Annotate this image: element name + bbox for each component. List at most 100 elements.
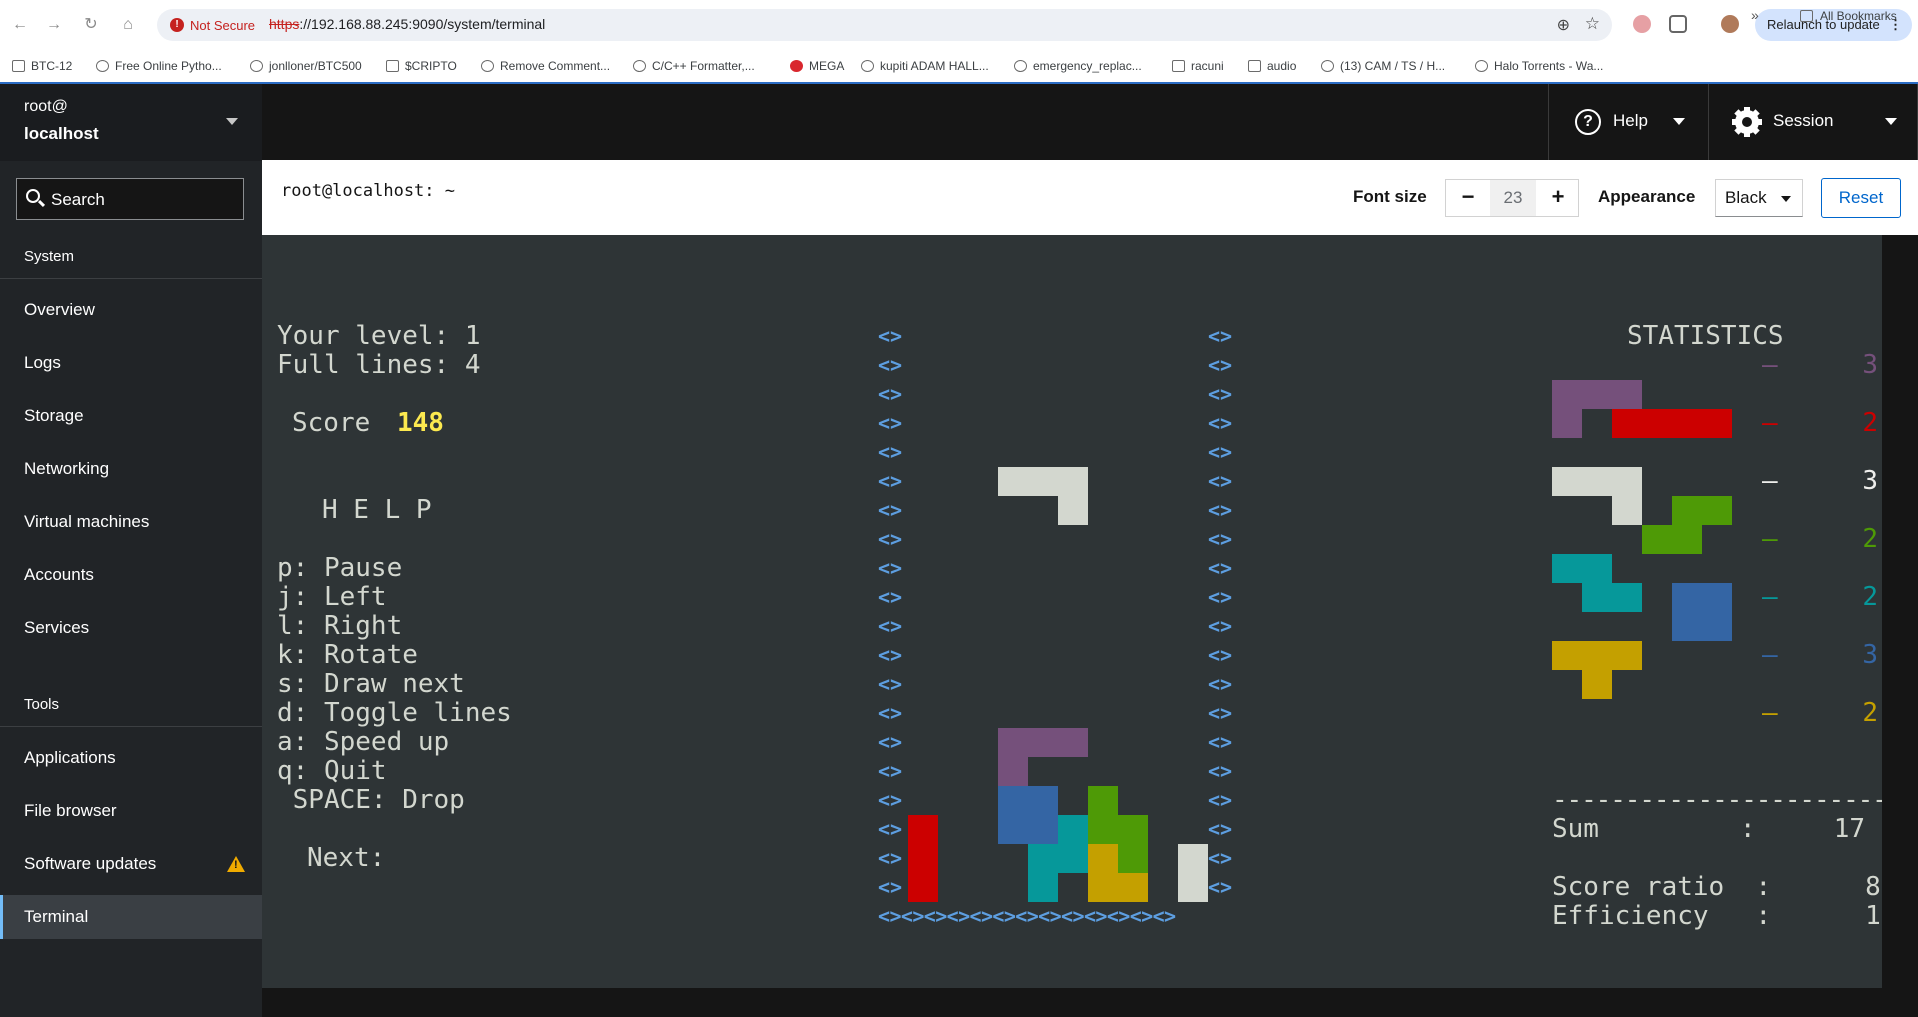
bookmark-item[interactable]: racuni (1172, 59, 1224, 73)
zoom-icon[interactable]: ⊕ (1557, 15, 1570, 35)
warning-icon: ! (227, 856, 245, 872)
stat-count: 3 (1862, 640, 1878, 670)
host-switcher[interactable]: root@ localhost (0, 84, 262, 161)
board-left-wall: <> (878, 324, 903, 348)
bookmark-label: jonlloner/BTC500 (269, 59, 362, 73)
adblock-icon[interactable] (1633, 15, 1651, 33)
stat-piece-l (1552, 467, 1582, 496)
board-right-wall: <> (1208, 759, 1233, 783)
sidebar-item-label: Terminal (24, 907, 89, 926)
sidebar-item-services[interactable]: Services (0, 606, 262, 650)
sidebar-item-applications[interactable]: Applications (0, 736, 262, 780)
stat-count: 2 (1862, 524, 1878, 554)
font-size-increase-button[interactable]: + (1536, 180, 1580, 216)
board-right-wall: <> (1208, 875, 1233, 899)
bookmark-item[interactable]: kupiti ADAM HALL... (861, 59, 989, 73)
github-icon (1014, 60, 1027, 72)
font-size-stepper: − 23 + (1445, 179, 1579, 217)
terminal-screen[interactable]: Your level: 1 Full lines: 4 Score 148 H … (262, 235, 1882, 988)
stat-piece-o (1702, 612, 1732, 641)
all-bookmarks-button[interactable]: All Bookmarks (1800, 9, 1897, 23)
session-label: Session (1773, 111, 1834, 130)
bookmark-item[interactable]: $CRIPTO (386, 59, 457, 73)
stat-dash: – (1762, 582, 1778, 612)
full-lines-text: Full lines: 4 (277, 350, 481, 380)
board-right-wall: <> (1208, 643, 1233, 667)
bookmark-item[interactable]: Remove Comment... (481, 59, 610, 73)
bookmark-star-icon[interactable]: ☆ (1585, 14, 1600, 34)
stat-piece-o (1702, 583, 1732, 612)
home-icon[interactable]: ⌂ (117, 14, 139, 36)
stat-dash: – (1762, 698, 1778, 728)
bookmark-item[interactable]: MEGA (790, 59, 844, 73)
bookmark-label: Halo Torrents - Wa... (1494, 59, 1604, 73)
bookmark-item[interactable]: BTC-12 (12, 59, 72, 73)
stat-piece-z (1582, 583, 1612, 612)
board-right-wall: <> (1208, 498, 1233, 522)
board-cell (1088, 844, 1118, 873)
font-size-label: Font size (1353, 187, 1427, 206)
sidebar-item-terminal[interactable]: Terminal (0, 895, 262, 939)
back-icon[interactable]: ← (9, 14, 31, 36)
sidebar-item-virtual-machines[interactable]: Virtual machines (0, 500, 262, 544)
terminal-toolbar: root@localhost: ~ Font size − 23 + Appea… (262, 160, 1918, 235)
bookmark-item[interactable]: C/C++ Formatter,... (633, 59, 755, 73)
sidebar-item-label: File browser (24, 801, 117, 820)
sidebar-item-accounts[interactable]: Accounts (0, 553, 262, 597)
sidebar-item-networking[interactable]: Networking (0, 447, 262, 491)
forward-icon[interactable]: → (43, 14, 65, 36)
board-cell (908, 844, 938, 873)
address-bar[interactable]: ! Not Secure https://192.168.88.245:9090… (157, 9, 1612, 41)
divider (0, 726, 262, 727)
board-left-wall: <> (878, 643, 903, 667)
profile-avatar[interactable] (1721, 15, 1739, 33)
stat-piece-l (1582, 467, 1612, 496)
stat-piece-z (1612, 583, 1642, 612)
bookmark-item[interactable]: Free Online Pytho... (96, 59, 222, 73)
reload-icon[interactable]: ↻ (80, 14, 102, 36)
sidebar-item-logs[interactable]: Logs (0, 341, 262, 385)
bookmark-item[interactable]: audio (1248, 59, 1296, 73)
font-size-decrease-button[interactable]: − (1446, 180, 1490, 216)
stat-dash: – (1762, 408, 1778, 438)
chevron-down-icon (226, 118, 238, 125)
help-line: d: Toggle lines (277, 698, 512, 728)
bookmark-label: racuni (1191, 59, 1224, 73)
gear-icon (1725, 100, 1769, 144)
sidebar-item-overview[interactable]: Overview (0, 288, 262, 332)
bookmark-item[interactable]: (13) CAM / TS / H... (1321, 59, 1445, 73)
sidebar-item-storage[interactable]: Storage (0, 394, 262, 438)
extensions-icon[interactable] (1669, 15, 1687, 33)
bookmark-item[interactable]: Halo Torrents - Wa... (1475, 59, 1603, 73)
all-bookmarks-label: All Bookmarks (1820, 9, 1897, 23)
appearance-label: Appearance (1598, 187, 1696, 206)
help-line: l: Right (277, 611, 403, 641)
url-text[interactable]: https://192.168.88.245:9090/system/termi… (269, 16, 545, 32)
more-bookmarks-icon[interactable]: » (1751, 7, 1759, 23)
board-cell (1178, 844, 1208, 873)
font-size-value[interactable]: 23 (1490, 180, 1536, 216)
host-user: root@ (24, 98, 68, 115)
stat-piece-j (1612, 380, 1642, 409)
folder-icon (386, 60, 399, 72)
bookmark-item[interactable]: emergency_replac... (1014, 59, 1142, 73)
site-icon (1321, 60, 1334, 72)
sidebar-item-file-browser[interactable]: File browser (0, 789, 262, 833)
folder-icon (12, 60, 25, 72)
reset-button[interactable]: Reset (1821, 178, 1901, 218)
search-input[interactable]: Search (16, 178, 244, 220)
security-chip[interactable]: ! Not Secure (166, 15, 263, 35)
sidebar-item-software-updates[interactable]: Software updates! (0, 842, 262, 886)
appearance-select[interactable]: Black (1715, 179, 1803, 217)
help-line: p: Pause (277, 553, 403, 583)
board-cell (1058, 496, 1088, 525)
stat-count: 2 (1862, 582, 1878, 612)
help-button[interactable]: ? Help (1548, 84, 1708, 160)
bookmark-item[interactable]: jonlloner/BTC500 (250, 59, 362, 73)
board-left-wall: <> (878, 759, 903, 783)
bookmark-label: MEGA (809, 59, 845, 73)
nav-group-title-tools: Tools (24, 696, 60, 713)
sidebar: root@ localhost Search System Overview Lo… (0, 84, 262, 1017)
stat-piece-s (1702, 496, 1732, 525)
session-button[interactable]: Session (1708, 84, 1918, 160)
